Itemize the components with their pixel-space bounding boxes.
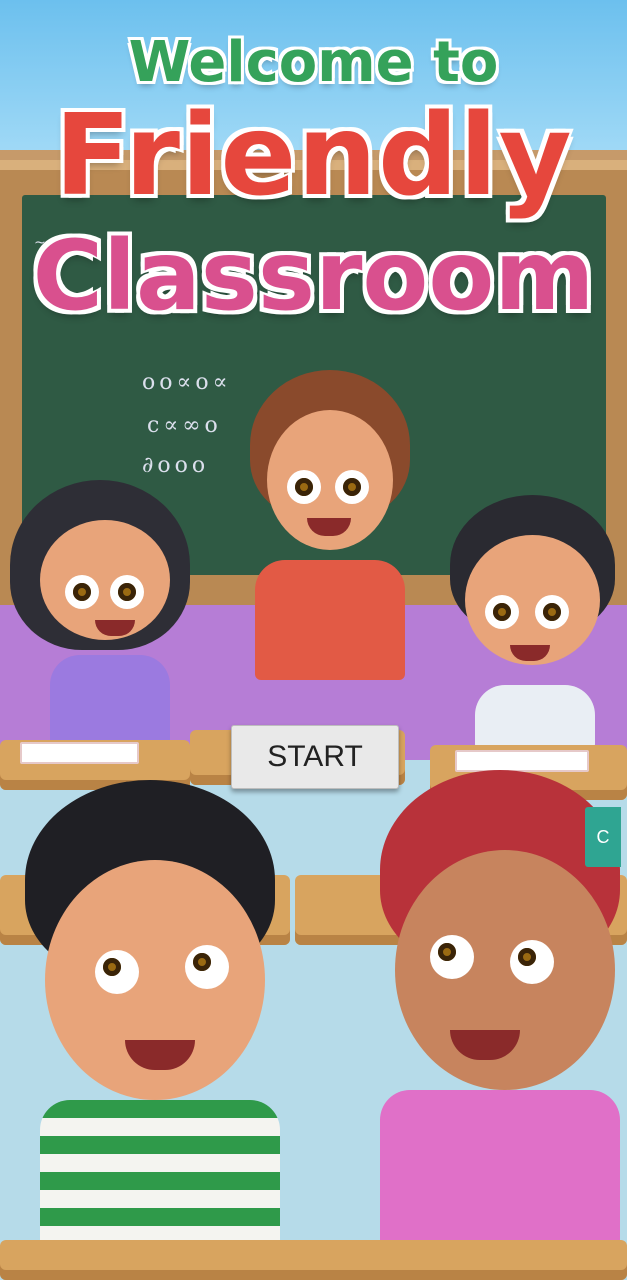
open-book (20, 742, 139, 764)
title-friendly: Friendly (54, 91, 573, 221)
chalk-scribble: c∝∞o (147, 413, 222, 438)
side-tab-button[interactable]: C (585, 807, 621, 867)
open-book (455, 750, 589, 772)
start-button[interactable]: START (231, 725, 399, 789)
student-boy-front-left (25, 780, 285, 1280)
chalk-scribble: oo∝o∝ (142, 370, 232, 395)
chalk-scribble: ∂ooo (142, 453, 210, 478)
student-boy-right (445, 495, 625, 755)
student-girl-center (245, 370, 415, 700)
student-girl-left (10, 480, 200, 750)
title-classroom: Classroom (32, 220, 595, 332)
title-welcome: Welcome to (128, 30, 499, 95)
front-desk (0, 1240, 627, 1280)
